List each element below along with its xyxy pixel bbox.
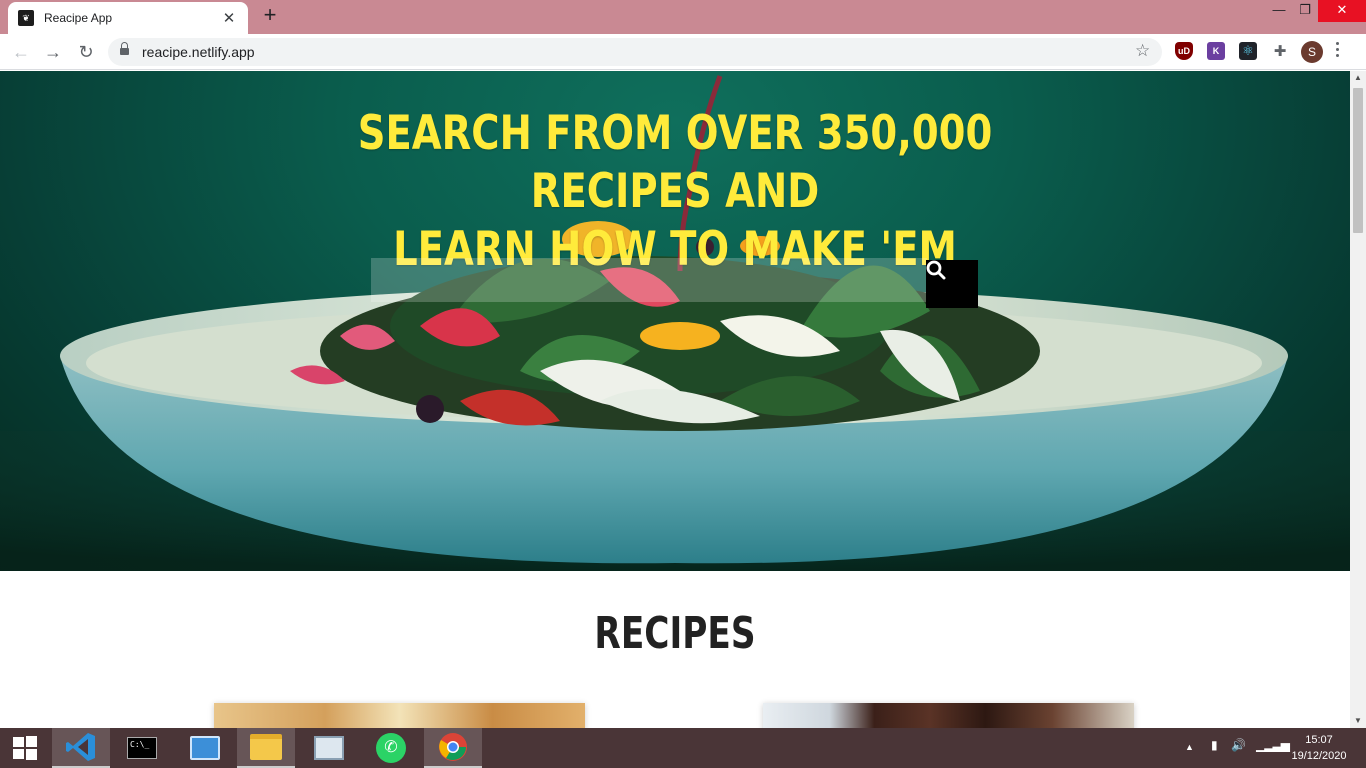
ublock-extension-icon[interactable]: uD: [1175, 42, 1193, 60]
recipes-heading: RECIPES: [594, 608, 756, 659]
vscode-icon: [66, 733, 95, 761]
windows-taskbar: C:\_ ✆ ▲ ▮ 🔊 ▁▂▃▅ 15:07 19/12/2020: [0, 728, 1366, 768]
page-viewport: SEARCH FROM OVER 350,000 RECIPES AND LEA…: [0, 71, 1350, 728]
taskbar-chrome[interactable]: [424, 728, 482, 768]
whatsapp-icon: ✆: [376, 733, 406, 763]
extensions-puzzle-icon[interactable]: ✚: [1271, 42, 1289, 60]
recipe-card[interactable]: [214, 703, 585, 728]
hero-title: SEARCH FROM OVER 350,000 RECIPES AND LEA…: [265, 105, 1085, 279]
clock-time: 15:07: [1305, 734, 1333, 746]
profile-avatar[interactable]: S: [1301, 41, 1323, 63]
start-button[interactable]: [0, 728, 50, 768]
recipe-card[interactable]: [763, 703, 1134, 728]
search-icon: [926, 260, 946, 280]
address-bar[interactable]: reacipe.netlify.app ☆: [108, 38, 1162, 66]
scroll-up-arrow-icon[interactable]: ▲: [1350, 71, 1366, 85]
tab-favicon-icon: ❦: [18, 10, 34, 26]
scrollbar-thumb[interactable]: [1353, 88, 1363, 233]
back-arrow-icon[interactable]: ←: [9, 40, 33, 64]
taskbar-task-manager[interactable]: [300, 728, 358, 768]
window-close-button[interactable]: ✕: [1318, 0, 1366, 22]
reload-icon[interactable]: ↻: [74, 40, 98, 64]
k-extension-icon[interactable]: K: [1207, 42, 1225, 60]
hero-section: SEARCH FROM OVER 350,000 RECIPES AND LEA…: [0, 71, 1350, 571]
chrome-icon: [439, 733, 467, 761]
lock-icon[interactable]: [120, 42, 129, 56]
address-url[interactable]: reacipe.netlify.app: [142, 44, 255, 60]
taskbar-vscode[interactable]: [52, 728, 110, 768]
tab-close-icon[interactable]: ✕: [220, 9, 238, 27]
taskbar-control-panel[interactable]: [176, 728, 234, 768]
tray-overflow-icon[interactable]: ▲: [1185, 742, 1194, 752]
hero-title-line-1: SEARCH FROM OVER 350,000 RECIPES AND: [357, 106, 993, 219]
taskbar-whatsapp[interactable]: ✆: [362, 728, 420, 768]
browser-menu-icon[interactable]: [1336, 42, 1340, 60]
volume-icon[interactable]: 🔊: [1231, 738, 1246, 752]
bookmark-star-icon[interactable]: ☆: [1135, 41, 1150, 61]
clock-date: 19/12/2020: [1291, 750, 1347, 762]
browser-tab[interactable]: ❦ Reacipe App ✕: [8, 2, 248, 34]
scroll-down-arrow-icon[interactable]: ▼: [1350, 714, 1366, 728]
browser-titlebar: ❦ Reacipe App ✕ + — ❐ ✕: [0, 0, 1366, 34]
page-scrollbar[interactable]: ▲ ▼: [1350, 71, 1366, 728]
taskbar-command-prompt[interactable]: C:\_: [113, 728, 171, 768]
react-devtools-icon[interactable]: ⚛: [1239, 42, 1257, 60]
taskbar-file-explorer[interactable]: [237, 728, 295, 768]
task-manager-icon: [314, 736, 344, 760]
windows-logo-icon: [13, 736, 37, 760]
command-prompt-icon: C:\_: [127, 737, 157, 759]
forward-arrow-icon[interactable]: →: [41, 40, 65, 64]
control-panel-icon: [190, 736, 220, 760]
battery-icon[interactable]: ▮: [1211, 738, 1218, 752]
recipe-search-input[interactable]: [371, 258, 927, 302]
search-button[interactable]: [926, 260, 978, 308]
window-maximize-button[interactable]: ❐: [1288, 0, 1322, 22]
taskbar-clock[interactable]: 15:07 19/12/2020: [1284, 732, 1354, 764]
browser-toolbar: ← → ↻ reacipe.netlify.app ☆ uD K ⚛ ✚ S: [0, 34, 1366, 70]
folder-icon: [250, 734, 282, 760]
new-tab-button[interactable]: +: [258, 4, 282, 28]
tab-title: Reacipe App: [44, 11, 113, 25]
